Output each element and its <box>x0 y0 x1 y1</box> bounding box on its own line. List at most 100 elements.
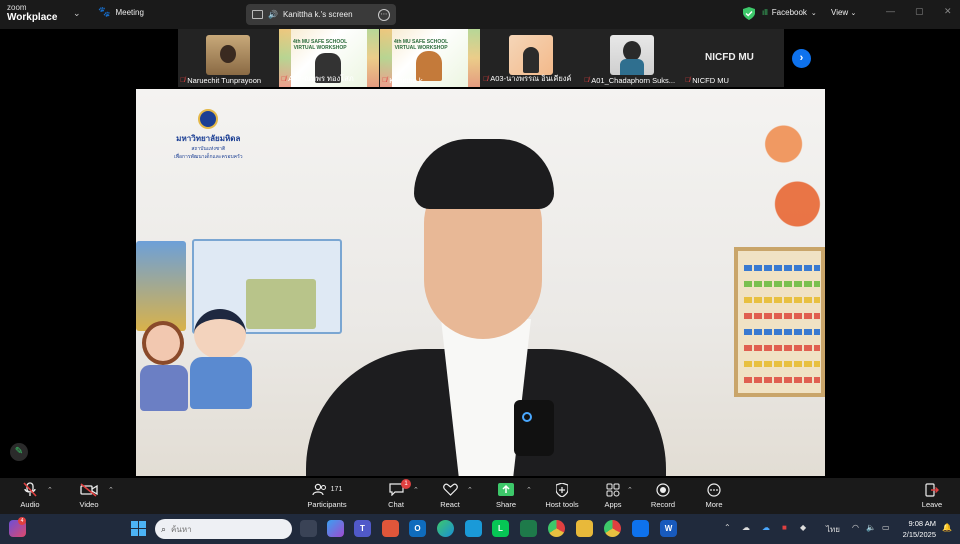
shield-icon[interactable] <box>743 7 755 20</box>
chat-options-chevron-icon[interactable]: ⌃ <box>413 486 419 494</box>
participant-tile[interactable]: 🎙̸ Naruechit Tunprayoon <box>178 29 278 87</box>
maximize-icon[interactable]: ▢ <box>915 6 924 17</box>
participant-name: Kanittha k. <box>389 76 425 85</box>
slide-caption: 4th MU SAFE SCHOOL VIRTUAL WORKSHOP <box>394 39 449 51</box>
screen-share-indicator[interactable]: 🔊 Kanittha k.'s screen ⋯ <box>246 4 396 25</box>
task-view-icon[interactable] <box>300 520 317 537</box>
teams-icon[interactable]: T <box>354 520 371 537</box>
cloud-icon[interactable]: ☁ <box>742 523 750 532</box>
pencil-icon: ✎ <box>14 446 24 457</box>
show-hidden-icons-chevron-icon[interactable]: ⌃ <box>724 523 731 532</box>
mic-muted-icon: 🎙̸ <box>281 75 287 83</box>
record-icon <box>656 482 670 497</box>
participant-name: A02-ณพพร ทองโสภ <box>288 74 354 83</box>
copilot-icon[interactable] <box>327 520 344 537</box>
wifi-icon[interactable]: ◠ <box>852 523 859 532</box>
mic-muted-icon: 🎙̸ <box>180 77 186 84</box>
windows-start-icon[interactable] <box>130 520 147 537</box>
battery-icon[interactable]: ▭ <box>882 523 890 532</box>
volume-icon[interactable]: 🔈 <box>866 523 876 532</box>
participants-button[interactable]: 171 Participants <box>297 481 357 509</box>
clock-time: 9:08 AM <box>908 519 936 528</box>
participant-strip: 🎙̸ Naruechit Tunprayoon 4th MU SAFE SCHOO… <box>178 29 784 87</box>
app-icon[interactable] <box>465 520 482 537</box>
share-label: Share <box>495 500 516 509</box>
participant-name: A01_Chadaphorn Suks... <box>591 76 676 85</box>
leave-label: Leave <box>921 500 943 509</box>
participant-tile[interactable]: 🎙̸ A03-นางพรรณ อินเคียงค์ <box>481 29 581 87</box>
chevron-down-icon: ⌄ <box>810 9 817 17</box>
participant-video <box>610 35 654 75</box>
annotate-button[interactable]: ✎ <box>10 443 28 461</box>
word-icon[interactable]: W <box>660 520 677 537</box>
chrome-icon[interactable] <box>548 520 565 537</box>
onedrive-icon[interactable]: ☁ <box>762 523 770 532</box>
more-button[interactable]: More <box>684 481 744 509</box>
signal-icon: ıll <box>762 8 768 17</box>
main-video: มหาวิทยาลัยมหิดล สถาบันแห่งชาติ เพื่อการ… <box>136 89 825 476</box>
lapel-mic <box>514 400 554 456</box>
close-icon[interactable]: ✕ <box>944 6 952 17</box>
audio-label: Audio <box>20 500 40 509</box>
title-bar: zoom Workplace ⌄ 🐾 Meeting 🔊 Kanittha k.… <box>0 0 960 29</box>
chat-label: Chat <box>388 500 404 509</box>
zoom-logo: zoom Workplace <box>7 3 57 23</box>
app-tray-icon[interactable]: ◆ <box>800 523 806 532</box>
chrome-icon[interactable] <box>604 520 621 537</box>
participant-video <box>206 35 250 75</box>
mic-muted-icon: 🎙̸ <box>382 77 388 84</box>
app-tray-icon[interactable]: ■ <box>782 523 787 532</box>
chat-unread-badge: 1 <box>401 479 411 489</box>
facebook-menu[interactable]: ıll Facebook ⌄ <box>762 8 817 17</box>
edge-icon[interactable] <box>437 520 454 537</box>
doll <box>186 309 256 419</box>
participant-tile[interactable]: 🎙̸ A01_Chadaphorn Suks... <box>582 29 682 87</box>
slide-caption: 4th MU SAFE SCHOOL VIRTUAL WORKSHOP <box>293 39 348 51</box>
next-page-button[interactable]: › <box>792 49 811 68</box>
speaker-icon: 🔊 <box>268 10 278 19</box>
paw-icon: 🐾 <box>98 7 111 18</box>
logo-title: มหาวิทยาลัยมหิดล <box>176 134 241 143</box>
participant-tile[interactable]: NICFD MU 🎙̸ NICFD MU <box>683 29 783 87</box>
more-icon <box>707 482 721 497</box>
video-off-icon <box>80 482 98 497</box>
facebook-label: Facebook <box>771 8 807 17</box>
minimize-icon[interactable]: — <box>886 6 895 16</box>
share-label: Kanittha k.'s screen <box>282 10 353 19</box>
app-menu-chevron-icon[interactable]: ⌄ <box>73 8 81 19</box>
system-clock[interactable]: 9:08 AM 2/15/2025 <box>900 518 936 540</box>
audio-options-chevron-icon[interactable]: ⌃ <box>47 486 53 494</box>
view-menu[interactable]: View ⌄ <box>831 8 856 17</box>
taskbar-search[interactable]: ⌕ <box>155 519 292 539</box>
notifications-icon[interactable]: 🔔 <box>942 523 952 532</box>
line-icon[interactable]: L <box>492 520 509 537</box>
apps-options-chevron-icon[interactable]: ⌃ <box>627 486 633 494</box>
participant-tile-active[interactable]: 4th MU SAFE SCHOOL VIRTUAL WORKSHOP 🎙̸ Ka… <box>380 29 480 87</box>
outlook-icon[interactable]: O <box>409 520 426 537</box>
share-options-icon[interactable]: ⋯ <box>378 8 390 21</box>
file-explorer-icon[interactable] <box>576 520 593 537</box>
logo-subtitle-1: สถาบันแห่งชาติ <box>191 146 226 152</box>
participant-tile[interactable]: 4th MU SAFE SCHOOL VIRTUAL WORKSHOP 🎙̸ A0… <box>279 29 379 87</box>
participants-label: Participants <box>307 500 347 509</box>
meeting-label: Meeting <box>115 8 144 17</box>
leave-icon <box>925 482 939 497</box>
react-options-chevron-icon[interactable]: ⌃ <box>467 486 473 494</box>
chevron-down-icon: ⌄ <box>850 10 857 17</box>
mahidol-logo: มหาวิทยาลัยมหิดล สถาบันแห่งชาติ เพื่อการ… <box>174 109 243 161</box>
language-indicator[interactable]: ไทย <box>826 523 840 536</box>
leave-button[interactable]: Leave <box>902 481 960 509</box>
logo-line-2: Workplace <box>7 12 58 23</box>
share-options-chevron-icon[interactable]: ⌃ <box>526 486 532 494</box>
app-icon[interactable] <box>382 520 399 537</box>
app-icon[interactable] <box>520 520 537 537</box>
more-label: More <box>705 500 723 509</box>
meeting-toolbar: Audio ⌃ Video ⌃ 171 Participants 1 Chat … <box>0 478 960 514</box>
participants-count: 171 <box>330 486 343 493</box>
participant-name: A03-นางพรรณ อินเคียงค์ <box>490 74 572 83</box>
search-input[interactable] <box>171 524 272 534</box>
video-options-chevron-icon[interactable]: ⌃ <box>108 486 114 494</box>
meeting-menu[interactable]: 🐾 Meeting <box>98 7 144 18</box>
participant-name: NICFD MU <box>692 76 729 85</box>
zoom-icon[interactable] <box>632 520 649 537</box>
